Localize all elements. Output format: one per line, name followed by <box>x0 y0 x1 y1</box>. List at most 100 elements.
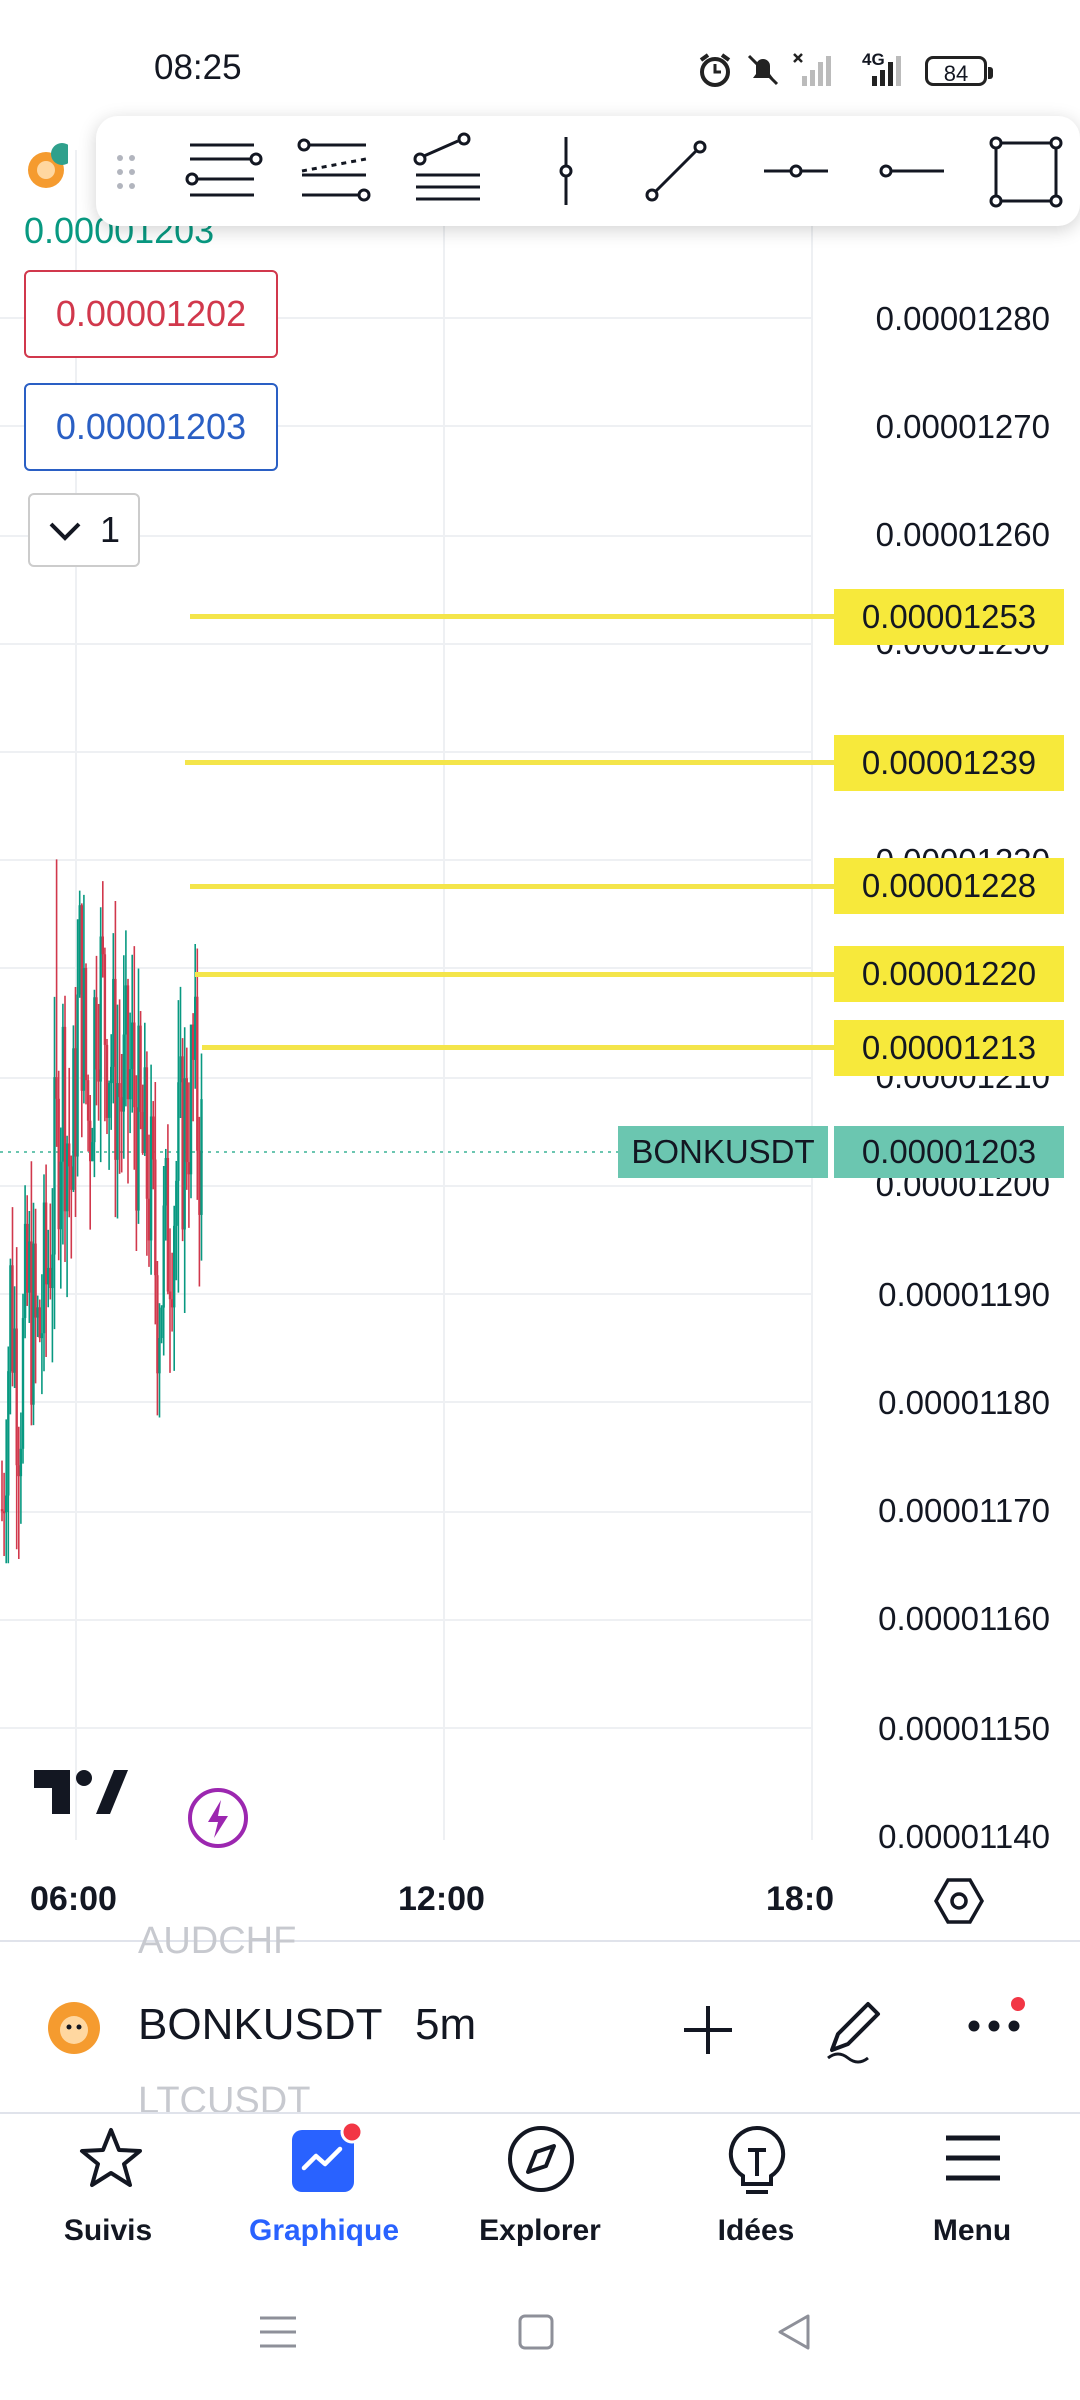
candle-body <box>82 967 86 1091</box>
candle-body <box>156 1275 159 1374</box>
quantity-value: 1 <box>100 509 121 550</box>
candle-body <box>200 1099 203 1215</box>
level-line[interactable] <box>202 1045 835 1050</box>
candle-body <box>91 1142 94 1162</box>
vertical-line-icon[interactable] <box>524 131 608 211</box>
nav-label: Explorer <box>479 2214 601 2247</box>
rectangle-icon[interactable] <box>984 131 1068 211</box>
candle-body <box>7 1371 10 1496</box>
candle-body <box>116 1083 119 1160</box>
candle-body <box>95 997 98 1070</box>
level-line[interactable] <box>195 972 835 977</box>
candle-body <box>0 1509 4 1512</box>
timeframe-button[interactable]: 5m <box>415 2000 476 2050</box>
candle-body <box>103 954 107 1045</box>
level-price-tag[interactable]: 0.00001213 <box>834 1020 1064 1076</box>
candle-body <box>101 936 104 955</box>
candle-body <box>110 1066 113 1084</box>
chart-icon <box>292 2120 364 2192</box>
candle-body <box>168 1291 172 1300</box>
candle-body <box>38 1307 41 1339</box>
candle-body <box>198 1150 201 1215</box>
candle-body <box>149 1116 153 1241</box>
candle-body <box>32 1243 35 1405</box>
candle-body <box>124 985 128 1035</box>
candle-body <box>40 1333 44 1339</box>
candle-body <box>147 1198 151 1241</box>
fib-channel-icon[interactable] <box>406 131 490 211</box>
candle-body <box>107 1083 111 1118</box>
level-line[interactable] <box>190 884 835 889</box>
time-axis-label: 12:00 <box>398 1880 485 1918</box>
level-price-tag[interactable]: 0.00001239 <box>834 735 1064 791</box>
candle-body <box>143 1067 146 1153</box>
home-icon[interactable] <box>516 2310 556 2354</box>
recent-apps-icon[interactable] <box>256 2310 300 2354</box>
star-icon <box>80 2128 142 2187</box>
settings-hexagon-icon[interactable] <box>934 1876 984 1926</box>
plus-icon[interactable] <box>680 2002 736 2058</box>
candle-body <box>76 994 79 1157</box>
candle-body <box>9 1265 12 1372</box>
horizontal-ray-icon[interactable] <box>754 131 838 211</box>
sell-button[interactable]: 0.00001202 <box>24 270 278 358</box>
level-price-tag[interactable]: 0.00001253 <box>834 589 1064 645</box>
candle-body <box>17 1465 20 1477</box>
drawing-toolbar <box>96 116 1080 226</box>
pencil-icon[interactable] <box>820 1994 890 2064</box>
price-axis-label: 0.00001160 <box>878 1600 1050 1637</box>
candle-body <box>173 1225 176 1308</box>
candle-body <box>68 1143 71 1167</box>
candle-body <box>177 1082 180 1181</box>
candle-body <box>11 1265 14 1373</box>
bonk-logo-icon <box>28 143 68 188</box>
candle-body <box>137 1025 140 1211</box>
bonk-logo-icon <box>48 2002 100 2054</box>
time-axis-label: 06:00 <box>30 1880 117 1918</box>
candle-body <box>74 1048 77 1157</box>
level-line[interactable] <box>185 760 835 765</box>
level-line[interactable] <box>190 614 835 619</box>
lightning-icon[interactable] <box>186 1786 250 1850</box>
price-axis-label: 0.00001190 <box>878 1276 1050 1313</box>
price-axis-label: 0.00001270 <box>875 408 1050 445</box>
symbol-name[interactable]: BONKUSDT <box>138 2000 382 2050</box>
trend-line-icon[interactable] <box>636 131 720 211</box>
drag-handle-icon[interactable] <box>114 152 138 192</box>
candle-body <box>194 996 197 1060</box>
horizontal-segment-icon[interactable] <box>868 131 952 211</box>
candle-body <box>15 1328 18 1466</box>
candle-body <box>189 1024 193 1175</box>
candle-body <box>47 1267 50 1285</box>
candle-body <box>42 1202 46 1334</box>
symbol-price-tag: BONKUSDT <box>618 1126 828 1178</box>
candle-body <box>70 1166 73 1190</box>
candle-body <box>170 1299 174 1308</box>
fib-retracement-icon[interactable] <box>292 131 376 211</box>
candle-body <box>133 1022 136 1108</box>
level-price-tag[interactable]: 0.00001228 <box>834 858 1064 914</box>
candle-body <box>5 1495 8 1513</box>
nav-label: Graphique <box>248 2214 399 2247</box>
candle-body <box>53 1077 56 1255</box>
candle-body <box>99 936 102 1082</box>
buy-button[interactable]: 0.00001203 <box>24 383 278 471</box>
current-price-tag: 0.00001203 <box>834 1126 1064 1178</box>
candle-body <box>183 1078 186 1230</box>
candle-body <box>131 1022 134 1070</box>
candle-body <box>51 1254 54 1289</box>
more-icon[interactable] <box>966 1996 1026 2046</box>
nav-label: Suivis <box>63 2214 153 2247</box>
level-price-tag[interactable]: 0.00001220 <box>834 946 1064 1002</box>
previous-symbol[interactable]: AUDCHF <box>138 1920 296 1963</box>
candle-body <box>28 1241 31 1293</box>
price-axis-label: 0.00001260 <box>875 516 1050 553</box>
candle-body <box>26 1223 29 1293</box>
quantity-selector[interactable]: 1 <box>28 493 140 567</box>
horizontal-lines-icon[interactable] <box>180 131 264 211</box>
tradingview-logo-icon <box>34 1770 128 1814</box>
candle-body <box>152 1116 155 1160</box>
candle-body <box>166 1158 170 1292</box>
candle-body <box>162 1205 165 1308</box>
back-icon[interactable] <box>774 2310 814 2354</box>
